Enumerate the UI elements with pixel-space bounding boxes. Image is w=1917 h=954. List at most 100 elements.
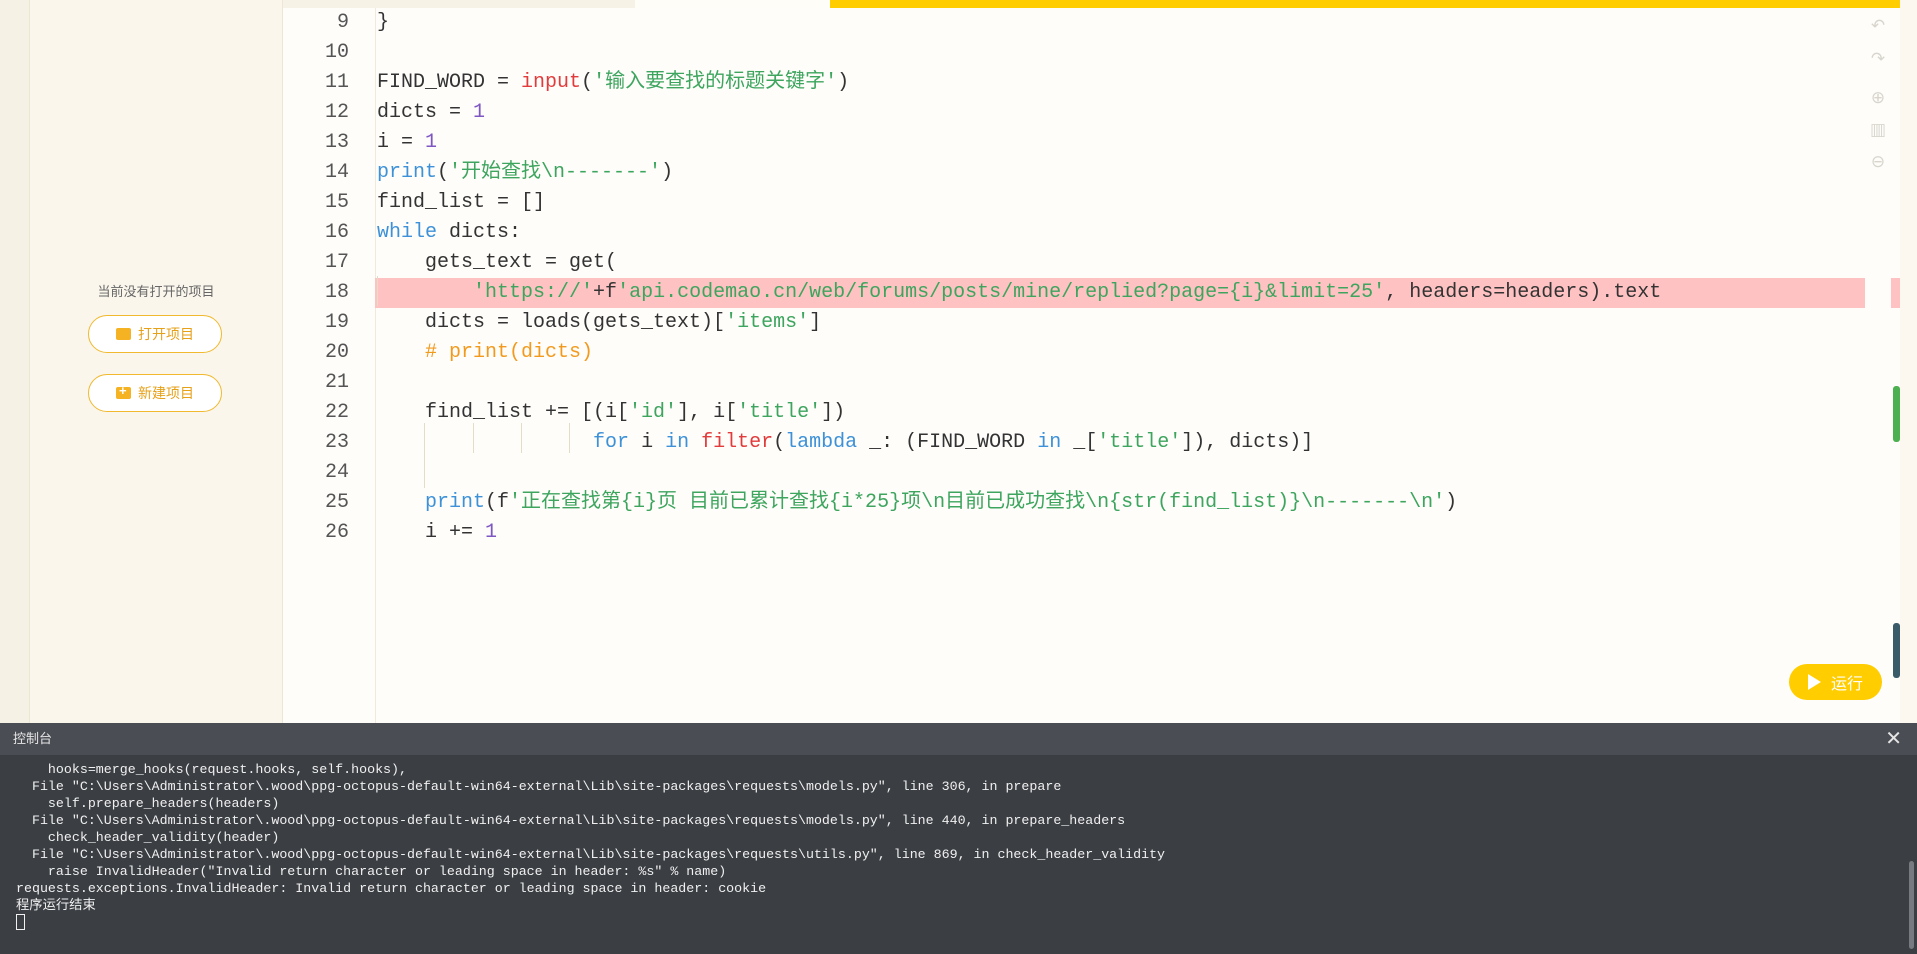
code-editor[interactable]: 9 10 11 12 13 14 15 16 17 18 19 20 21 22 23 24 25 26 } FIN…: [283, 8, 1900, 723]
line-number: 14: [324, 161, 349, 184]
play-icon: [1807, 674, 1821, 690]
project-sidebar: 当前没有打开的项目 打开项目 新建项目: [30, 0, 283, 723]
code-token: 'api.codemao.cn/web/forums/posts/mine/re…: [617, 281, 1386, 304]
console-output[interactable]: hooks=merge_hooks(request.hooks, self.ho…: [16, 761, 1877, 931]
code-token: i: [629, 431, 666, 454]
code-token: for: [593, 431, 630, 454]
run-label: 运行: [1830, 676, 1863, 693]
indent-guide: [521, 423, 522, 453]
minimap-marker: [1893, 623, 1900, 678]
code-line: for i in filter(lambda _: (FIND_WORD in …: [375, 428, 1900, 458]
book-icon[interactable]: ▥: [1869, 121, 1887, 139]
code-token: print: [377, 161, 438, 184]
line-number: 11: [324, 71, 349, 94]
code-token: _: (FIND_WORD: [857, 431, 1038, 454]
code-token: '输入要查找的标题关键字': [593, 71, 838, 94]
code-token: 1: [425, 131, 438, 154]
close-icon[interactable]: ✕: [1885, 723, 1902, 755]
new-project-button[interactable]: 新建项目: [88, 374, 222, 412]
redo-icon[interactable]: ↷: [1869, 50, 1887, 68]
console-line: File "C:\Users\Administrator\.wood\ppg-o…: [16, 847, 1166, 862]
code-line: dicts = 1: [375, 98, 1900, 128]
open-project-label: 打开项目: [138, 326, 194, 342]
code-token: (f: [485, 491, 510, 514]
cursor-icon: [16, 914, 25, 931]
code-token: ]): [821, 401, 846, 424]
code-token: dicts =: [377, 101, 474, 124]
line-number: 10: [324, 41, 349, 64]
tab-active[interactable]: [635, 0, 830, 8]
code-token: }: [377, 11, 390, 34]
code-token: while: [377, 221, 438, 244]
activity-bar: [0, 0, 30, 723]
code-token: 'title': [1097, 431, 1182, 454]
code-line: find_list = []: [375, 188, 1900, 218]
code-token: in: [1037, 431, 1062, 454]
line-number: 15: [324, 191, 349, 214]
line-number: 26: [324, 521, 349, 544]
console-scrollbar[interactable]: [1909, 861, 1914, 949]
tab-bar-accent: [830, 0, 1900, 8]
code-token: # print(dicts): [425, 341, 594, 364]
code-line: dicts = loads(gets_text)['items']: [375, 308, 1900, 338]
line-number: 9: [336, 11, 349, 34]
console-line: check_header_validity(header): [16, 830, 280, 845]
no-project-message: 当前没有打开的项目: [97, 284, 215, 299]
code-token: (: [581, 71, 594, 94]
line-number: 17: [324, 251, 349, 274]
code-token: 'title': [737, 401, 822, 424]
code-token: ]: [809, 311, 822, 334]
code-token: '开始查找\n-------': [449, 161, 662, 184]
code-token: ): [661, 161, 674, 184]
console-title: 控制台: [13, 731, 53, 746]
code-token: i +=: [377, 521, 486, 544]
code-token: (: [773, 431, 786, 454]
zoom-out-icon[interactable]: ⊖: [1869, 153, 1887, 171]
zoom-in-icon[interactable]: ⊕: [1869, 89, 1887, 107]
code-line: find_list += [(i['id'], i['title']): [375, 398, 1900, 428]
code-token: print: [425, 491, 486, 514]
console-line: raise InvalidHeader("Invalid return char…: [16, 864, 727, 879]
code-line: gets_text = get(: [375, 248, 1900, 278]
line-number: 24: [324, 461, 349, 484]
line-number: 21: [324, 371, 349, 394]
console-line: 程序运行结束: [16, 898, 96, 913]
code-token: input: [521, 71, 582, 94]
code-token: dicts:: [437, 221, 522, 244]
console-panel: 控制台 ✕ hooks=merge_hooks(request.hooks, s…: [0, 723, 1917, 954]
console-header: 控制台 ✕: [0, 723, 1917, 755]
line-number: 18: [324, 281, 349, 304]
folder-plus-icon: [116, 383, 131, 399]
code-token: lambda: [785, 431, 858, 454]
code-token: ]), dicts)]: [1181, 431, 1314, 454]
indent-guide: [569, 423, 570, 453]
indent-guide: [377, 276, 378, 306]
open-project-button[interactable]: 打开项目: [88, 315, 222, 353]
code-token: i =: [377, 131, 426, 154]
indent-guide: [473, 423, 474, 453]
scrollbar-thumb[interactable]: [1893, 386, 1900, 442]
code-token: '正在查找第{i}页 目前已累计查找{i*25}项\n目前已成功查找\n{str…: [509, 491, 1446, 514]
console-line: requests.exceptions.InvalidHeader: Inval…: [16, 881, 767, 896]
code-token: filter: [701, 431, 774, 454]
editor-tab-bar: [283, 0, 1900, 8]
indent-guide: [424, 423, 425, 488]
code-line: while dicts:: [375, 218, 1900, 248]
console-input-line[interactable]: [16, 914, 1877, 931]
console-line: self.prepare_headers(headers): [16, 796, 280, 811]
code-token: 1: [485, 521, 498, 544]
code-token: , headers=headers).text: [1385, 281, 1662, 304]
code-line: 'https://'+f'api.codemao.cn/web/forums/p…: [375, 278, 1900, 308]
code-token: in: [665, 431, 690, 454]
run-button[interactable]: 运行: [1789, 664, 1882, 700]
code-token: ): [1445, 491, 1458, 514]
code-line: print(f'正在查找第{i}页 目前已累计查找{i*25}项\n目前已成功查…: [375, 488, 1900, 518]
code-line: i = 1: [375, 128, 1900, 158]
code-token: FIND_WORD =: [377, 71, 522, 94]
undo-icon[interactable]: ↶: [1869, 17, 1887, 35]
